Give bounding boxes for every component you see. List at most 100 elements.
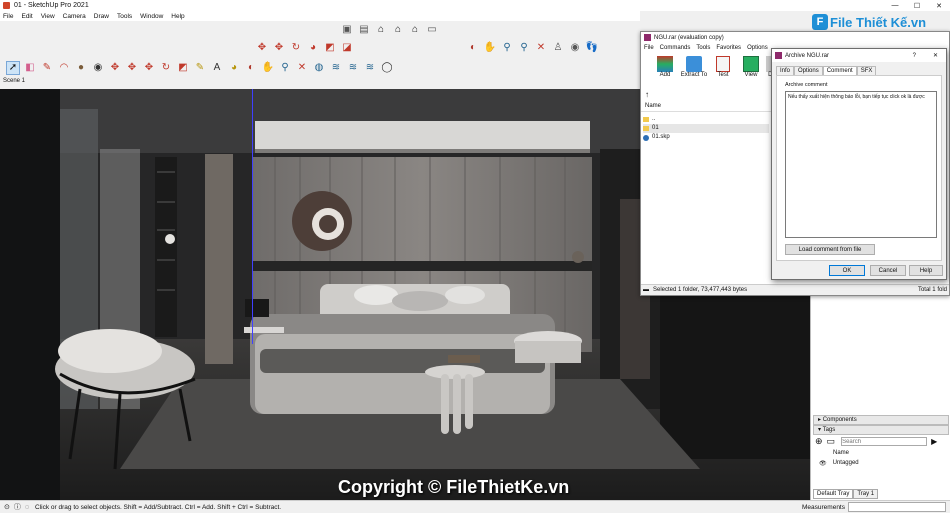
- winrar-menu-favorites[interactable]: Favorites: [716, 45, 741, 51]
- menu-edit[interactable]: Edit: [21, 13, 32, 20]
- zoom-icon[interactable]: ⚲: [500, 41, 514, 55]
- push-pull-icon-2[interactable]: ✥: [125, 61, 139, 75]
- back-view-icon[interactable]: ⌂: [408, 23, 422, 37]
- extension-icon[interactable]: ≋: [329, 61, 343, 75]
- close-button[interactable]: ✕: [928, 0, 950, 11]
- rotate-icon[interactable]: ↻: [289, 41, 303, 55]
- offset-icon[interactable]: ◪: [340, 41, 354, 55]
- zoom-extents-icon[interactable]: ✕: [534, 41, 548, 55]
- winrar-test-button[interactable]: Test: [709, 56, 737, 78]
- tags-panel-header[interactable]: ▾ Tags: [813, 425, 949, 435]
- paint-icon[interactable]: ◕: [227, 61, 241, 75]
- line-icon[interactable]: ✎: [40, 61, 54, 75]
- eraser-icon[interactable]: ◧: [23, 61, 37, 75]
- measurements-input[interactable]: [848, 502, 946, 512]
- layout-icon[interactable]: ≋: [346, 61, 360, 75]
- left-view-icon[interactable]: ▭: [425, 23, 439, 37]
- winrar-extract-button[interactable]: Extract To: [679, 56, 709, 78]
- menu-help[interactable]: Help: [171, 13, 184, 20]
- tray-tabs: Default Tray Tray 1: [813, 489, 879, 499]
- menu-window[interactable]: Window: [140, 13, 163, 20]
- cancel-button[interactable]: Cancel: [870, 265, 906, 276]
- account-icon[interactable]: ◯: [380, 61, 394, 75]
- rotate-icon-2[interactable]: ↻: [159, 61, 173, 75]
- orbit-icon[interactable]: ◐: [466, 41, 480, 55]
- follow-me-icon[interactable]: ◕: [306, 41, 320, 55]
- file-row-parent[interactable]: ..: [643, 115, 769, 124]
- dialog-help-mark[interactable]: ?: [913, 53, 916, 59]
- iso-view-icon[interactable]: ▣: [340, 23, 354, 37]
- winrar-menu-tools[interactable]: Tools: [696, 45, 710, 51]
- minimize-button[interactable]: —: [884, 0, 906, 11]
- pan-icon[interactable]: ✋: [483, 41, 497, 55]
- winrar-menu-file[interactable]: File: [644, 45, 654, 51]
- dialog-close-button[interactable]: ✕: [933, 52, 938, 59]
- menu-draw[interactable]: Draw: [94, 13, 109, 20]
- shape-icon[interactable]: ●: [74, 61, 88, 75]
- scale-icon[interactable]: ◩: [323, 41, 337, 55]
- credits-icon[interactable]: ⓘ: [14, 502, 21, 512]
- tab-options[interactable]: Options: [794, 66, 823, 75]
- winrar-column-name[interactable]: Name: [641, 102, 771, 112]
- top-view-icon[interactable]: ▤: [357, 23, 371, 37]
- menu-file[interactable]: File: [3, 13, 13, 20]
- measurements-label: Measurements: [802, 503, 845, 511]
- zoom-extents-icon-2[interactable]: ✕: [295, 61, 309, 75]
- tab-info[interactable]: Info: [776, 66, 795, 75]
- paint-bucket-icon[interactable]: ◉: [91, 61, 105, 75]
- push-pull-icon[interactable]: ✥: [272, 41, 286, 55]
- front-view-icon[interactable]: ⌂: [374, 23, 388, 37]
- orbit-icon-2[interactable]: ◐: [244, 61, 258, 75]
- winrar-menu-commands[interactable]: Commands: [660, 45, 691, 51]
- arc-icon[interactable]: ◠: [57, 61, 71, 75]
- warehouse-icon[interactable]: ◍: [312, 61, 326, 75]
- up-arrow-icon[interactable]: ↑: [641, 90, 771, 100]
- menu-tools[interactable]: Tools: [117, 13, 132, 20]
- move-icon-2[interactable]: ✥: [108, 61, 122, 75]
- menu-camera[interactable]: Camera: [63, 13, 86, 20]
- winrar-add-button[interactable]: Add: [651, 56, 679, 78]
- ok-button[interactable]: OK: [829, 265, 865, 276]
- select-icon[interactable]: ➚: [6, 61, 20, 75]
- zoom-icon-2[interactable]: ⚲: [278, 61, 292, 75]
- text-icon[interactable]: A: [210, 61, 224, 75]
- tag-row[interactable]: 👁 Untagged: [819, 460, 859, 467]
- tab-default-tray[interactable]: Default Tray: [813, 489, 854, 499]
- visibility-eye-icon[interactable]: 👁: [819, 460, 827, 467]
- components-panel-header[interactable]: ▸ Components: [813, 415, 949, 425]
- winrar-menu-options[interactable]: Options: [747, 45, 768, 51]
- file-row-skp[interactable]: 01.skp: [643, 133, 769, 142]
- tape-measure-icon[interactable]: ✎: [193, 61, 207, 75]
- zoom-window-icon[interactable]: ⚲: [517, 41, 531, 55]
- comment-textarea[interactable]: Nếu thấy xuất hiện thông báo lỗi, bạn ti…: [785, 91, 937, 238]
- look-around-icon[interactable]: ◉: [568, 41, 582, 55]
- tag-details-icon[interactable]: ▶: [931, 437, 937, 446]
- tags-label: Tags: [822, 427, 836, 433]
- tab-sfx[interactable]: SFX: [856, 66, 877, 75]
- scene-tab[interactable]: Scene 1: [0, 78, 28, 88]
- pan-icon-2[interactable]: ✋: [261, 61, 275, 75]
- style-icon[interactable]: ≋: [363, 61, 377, 75]
- tag-folder-icon[interactable]: ▭: [827, 436, 836, 447]
- add-tag-icon[interactable]: ⊕: [815, 436, 823, 447]
- right-view-icon[interactable]: ⌂: [391, 23, 405, 37]
- move-tool-icon[interactable]: ✥: [142, 61, 156, 75]
- tags-column-name: Name: [833, 450, 850, 456]
- file-row-folder[interactable]: 01: [643, 124, 769, 133]
- winrar-title: NGU.rar (evaluation copy): [654, 34, 724, 41]
- move-icon[interactable]: ✥: [255, 41, 269, 55]
- geo-location-icon[interactable]: ⊙: [4, 503, 10, 511]
- tags-search-input[interactable]: [841, 437, 928, 446]
- walk-icon[interactable]: 👣: [585, 41, 599, 55]
- help-button[interactable]: Help: [909, 265, 943, 276]
- menu-view[interactable]: View: [41, 13, 55, 20]
- tab-tray-1[interactable]: Tray 1: [853, 489, 879, 499]
- maximize-button[interactable]: ☐: [906, 0, 928, 11]
- scale-icon-2[interactable]: ◩: [176, 61, 190, 75]
- user-icon[interactable]: ◌: [25, 504, 29, 511]
- load-comment-button[interactable]: Load comment from file: [785, 244, 875, 255]
- winrar-view-button[interactable]: View: [737, 56, 765, 78]
- position-camera-icon[interactable]: ♙: [551, 41, 565, 55]
- tab-comment[interactable]: Comment: [822, 66, 857, 75]
- dialog-tabs: Info Options Comment SFX: [772, 62, 946, 75]
